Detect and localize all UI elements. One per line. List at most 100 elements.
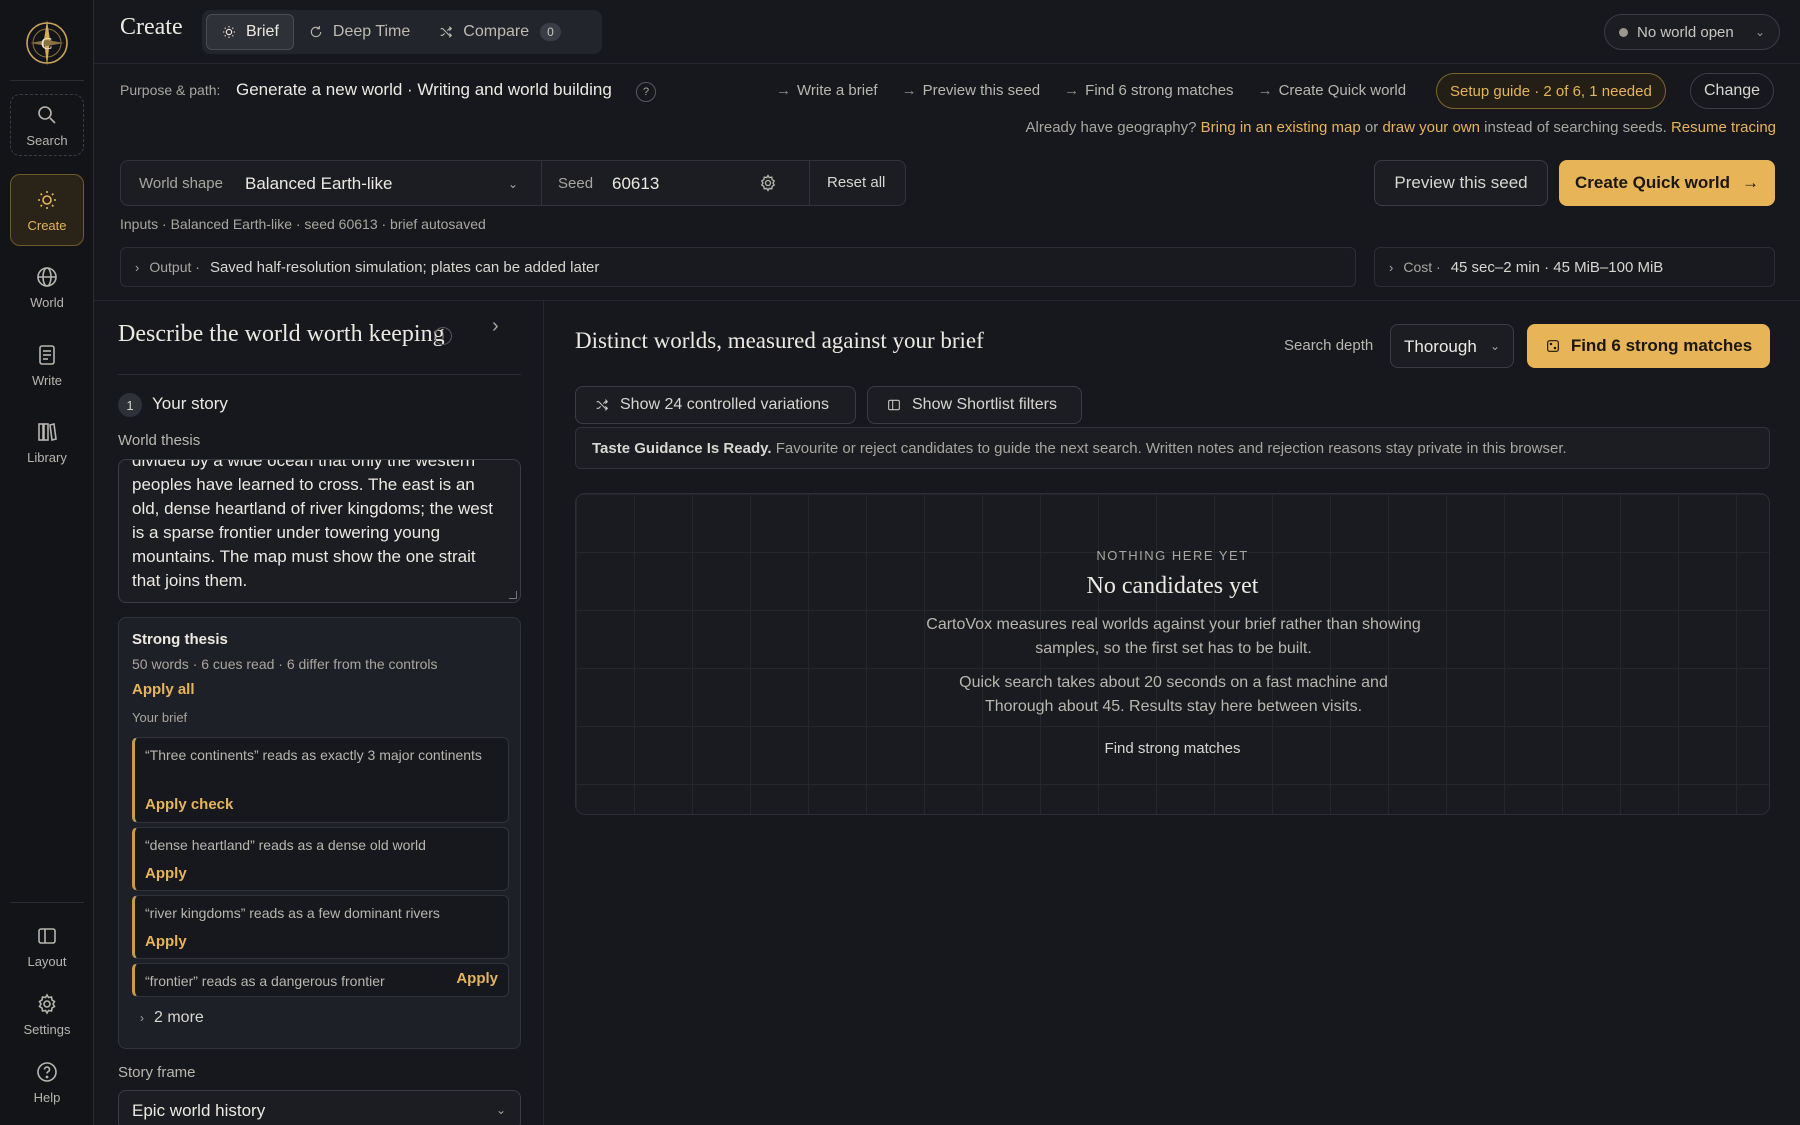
cost-disclosure[interactable]: › Cost · 45 sec–2 min · 45 MiB–100 MiB (1374, 247, 1775, 287)
sun-icon (223, 26, 235, 38)
empty-kicker: NOTHING HERE YET (1096, 548, 1249, 563)
chevron-down-icon: ⌄ (495, 1103, 506, 1117)
create-quick-world-button[interactable]: Create Quick world → (1559, 160, 1775, 206)
show-shortlist-filters-button[interactable]: Show Shortlist filters (867, 386, 1082, 424)
rail-item-layout[interactable]: Layout (10, 915, 84, 977)
rail-label: Layout (27, 953, 67, 969)
rail-label: Create (27, 217, 67, 233)
rail-label: Write (31, 372, 63, 388)
rail-item-library[interactable]: Library (10, 411, 84, 473)
status-dot-icon (1619, 27, 1628, 37)
cue-item: “frontier” reads as a dangerous frontier… (132, 963, 509, 997)
import-map-link[interactable]: Bring in an existing map (1201, 119, 1361, 136)
cue-item: “dense heartland” reads as a dense old w… (132, 827, 509, 891)
cue-item: “river kingdoms” reads as a few dominant… (132, 895, 509, 959)
search-depth-select[interactable]: Thorough ⌄ (1390, 324, 1514, 368)
preview-seed-button[interactable]: Preview this seed (1374, 160, 1548, 206)
rail-label: Library (27, 449, 67, 465)
rail-item-create[interactable]: Create (10, 174, 84, 246)
chevron-down-icon[interactable]: ⌄ (508, 177, 518, 191)
rail-item-search[interactable]: Search (10, 94, 84, 156)
page-title: Create (120, 14, 183, 40)
apply-button[interactable]: Apply (456, 970, 498, 987)
chevron-down-icon: ⌄ (1489, 339, 1500, 353)
path-step[interactable]: → Find 6 strong matches (1064, 82, 1233, 99)
help-icon (37, 1061, 57, 1082)
world-selector[interactable]: No world open ⌄ (1604, 14, 1780, 50)
setup-guide-button[interactable]: Setup guide · 2 of 6, 1 needed (1436, 73, 1666, 109)
compare-count-badge: 0 (540, 23, 561, 41)
output-label: Output · (149, 259, 200, 275)
draw-map-link[interactable]: draw your own (1382, 119, 1480, 136)
apply-button[interactable]: Apply (145, 865, 187, 882)
compass-logo-icon[interactable]: C (22, 18, 72, 68)
gear-icon[interactable] (758, 173, 778, 193)
rail-item-write[interactable]: Write (10, 334, 84, 396)
rail-label: World (30, 294, 64, 310)
top-bar: Create Brief Deep Time Compare 0 No worl… (94, 0, 1800, 64)
purpose-label: Purpose & path: (120, 82, 221, 98)
cycle-icon (310, 26, 322, 38)
reset-all-button[interactable]: Reset all (827, 174, 885, 191)
rail-divider (10, 80, 84, 81)
change-button[interactable]: Change (1690, 73, 1775, 109)
seed-input[interactable]: 60613 (612, 174, 659, 194)
tab-brief[interactable]: Brief (206, 14, 294, 50)
path-step[interactable]: → Create Quick world (1258, 82, 1407, 99)
results-title: Distinct worlds, measured against your b… (575, 328, 984, 353)
world-status: No world open (1637, 23, 1734, 41)
world-shape-select[interactable]: Balanced Earth-like (245, 174, 392, 194)
inputs-bar: World shape Balanced Earth-like ⌄ Seed 6… (120, 160, 906, 206)
rail-item-help[interactable]: Help (10, 1051, 84, 1113)
show-variations-button[interactable]: Show 24 controlled variations (575, 386, 856, 424)
cost-label: Cost · (1403, 259, 1441, 275)
tab-label: Compare (463, 23, 530, 40)
search-icon (38, 105, 56, 124)
empty-title: No candidates yet (1086, 573, 1259, 599)
books-icon (38, 422, 57, 441)
path-step[interactable]: → Write a brief (776, 82, 878, 99)
rail-divider (10, 902, 84, 903)
sidebar-panel-icon (888, 399, 900, 411)
output-disclosure[interactable]: › Output · Saved half-resolution simulat… (120, 247, 1356, 287)
resize-handle[interactable] (509, 591, 517, 599)
card-meta: 50 words · 6 cues read · 6 differ from t… (132, 656, 438, 672)
tab-label: Brief (246, 23, 279, 40)
empty-description: CartoVox measures real worlds against yo… (926, 616, 1421, 657)
sun-icon (38, 190, 56, 209)
taste-guidance-banner: Taste Guidance Is Ready. Favourite or re… (575, 427, 1770, 469)
svg-text:C: C (41, 34, 52, 53)
info-icon[interactable]: i (434, 327, 452, 345)
chevron-right-icon[interactable]: › (492, 315, 499, 338)
chevron-down-icon: ⌄ (1754, 25, 1765, 39)
empty-timing-note: Quick search takes about 20 seconds on a… (959, 674, 1388, 715)
help-icon[interactable]: ? (636, 82, 656, 102)
apply-check-button[interactable]: Apply check (145, 796, 233, 813)
arrow-right-icon: → (1741, 173, 1759, 192)
tab-compare[interactable]: Compare 0 (424, 14, 575, 50)
gear-icon (38, 992, 56, 1015)
path-step[interactable]: → Preview this seed (902, 82, 1041, 99)
chevron-right-icon: › (1389, 259, 1394, 275)
step-title: Your story (152, 394, 228, 413)
chevron-right-icon: › (140, 1011, 144, 1025)
apply-button[interactable]: Apply (145, 933, 187, 950)
apply-all-button[interactable]: Apply all (132, 681, 195, 698)
thesis-textarea[interactable]: divided by a wide ocean that only the we… (118, 459, 521, 603)
story-frame-label: Story frame (118, 1064, 196, 1081)
rail-item-world[interactable]: World (10, 256, 84, 318)
document-icon (39, 344, 55, 365)
show-more-toggle[interactable]: › 2 more (140, 1009, 204, 1027)
story-frame-select[interactable]: Epic world history ⌄ (118, 1090, 521, 1125)
world-shape-label: World shape (139, 175, 223, 192)
tab-deep-time[interactable]: Deep Time (294, 14, 424, 50)
rail-item-settings[interactable]: Settings (10, 983, 84, 1045)
find-matches-button[interactable]: Find 6 strong matches (1527, 324, 1770, 368)
output-value: Saved half-resolution simulation; plates… (209, 258, 600, 276)
dice-icon (1546, 340, 1559, 352)
find-strong-matches-link[interactable]: Find strong matches (576, 740, 1769, 757)
inputs-summary: Inputs · Balanced Earth-like · seed 6061… (120, 216, 486, 232)
left-rail: C Search Create World Write Library Layo… (0, 0, 94, 1125)
geography-hint: Already have geography? Bring in an exis… (1025, 119, 1776, 136)
resume-tracing-link[interactable]: Resume tracing (1671, 119, 1776, 136)
